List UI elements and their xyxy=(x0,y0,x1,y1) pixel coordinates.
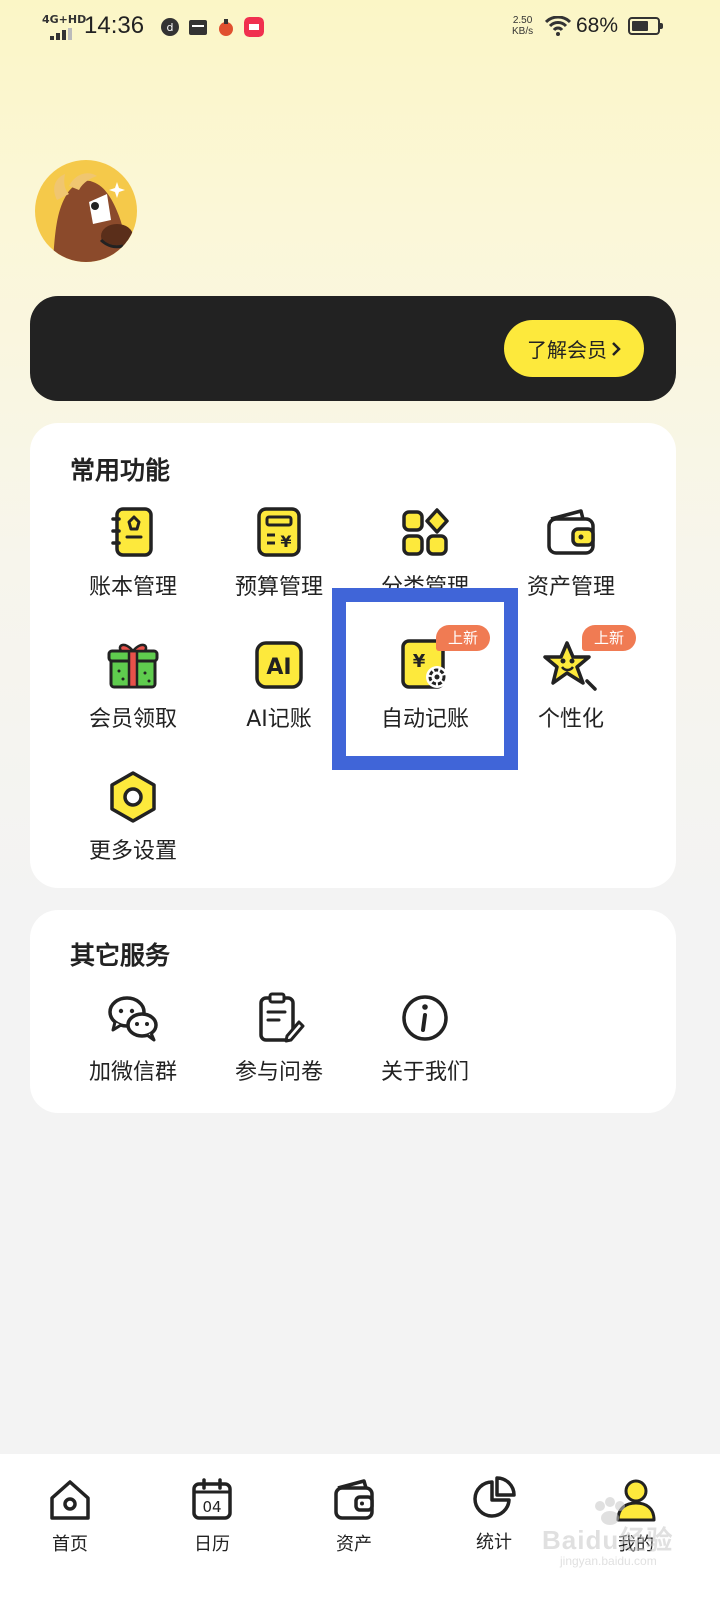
item-label: 预算管理 xyxy=(234,575,323,600)
nav-label: 首页 xyxy=(52,1534,88,1555)
speed-value: 2.50 xyxy=(512,15,533,26)
ledger-management-item[interactable]: 账本管理 xyxy=(60,505,206,617)
calendar-notification-icon xyxy=(189,20,207,35)
ledger-book-icon xyxy=(111,507,153,557)
video-notification-icon xyxy=(244,17,264,37)
bottom-nav: 首页 04 日历 资产 统计 我的 xyxy=(0,1454,720,1600)
nav-calendar[interactable]: 04 日历 xyxy=(162,1474,262,1574)
other-services-title: 其它服务 xyxy=(70,941,171,970)
item-label: 会员领取 xyxy=(88,707,177,732)
survey-icon xyxy=(259,992,305,1043)
item-label: 资产管理 xyxy=(526,575,615,600)
asset-management-item[interactable]: 资产管理 xyxy=(498,505,644,617)
nav-assets[interactable]: 资产 xyxy=(304,1474,404,1574)
settings-hexagon-icon xyxy=(110,771,156,823)
new-badge: 上新 xyxy=(582,625,637,651)
other-services-card: 其它服务 加微信群 参与问卷 关于我们 xyxy=(30,910,676,1113)
item-label: 参与问卷 xyxy=(234,1060,323,1085)
item-label: 关于我们 xyxy=(380,1060,469,1085)
personalize-item[interactable]: 上新 个性化 xyxy=(498,625,644,749)
nav-label: 我的 xyxy=(618,1534,654,1555)
status-time: 14:36 xyxy=(84,12,145,39)
new-badge: 上新 xyxy=(436,625,491,651)
common-functions-card: 常用功能 账本管理 ¥ 预算管理 分类管理 资产管理 会员领取 AI AI记账 … xyxy=(30,423,676,888)
speed-unit: KB/s xyxy=(512,26,534,37)
network-speed: 2.50 KB/s xyxy=(512,15,533,37)
common-functions-title: 常用功能 xyxy=(70,456,171,485)
item-label: 个性化 xyxy=(537,707,604,732)
svg-text:¥: ¥ xyxy=(280,532,291,551)
nav-label: 日历 xyxy=(194,1534,230,1555)
item-label: 账本管理 xyxy=(88,575,177,600)
category-grid-icon xyxy=(402,508,449,556)
battery-percent: 68% xyxy=(576,14,619,37)
budget-calculator-icon: ¥ xyxy=(257,507,301,557)
calendar-icon: 04 xyxy=(192,1478,232,1520)
avatar[interactable] xyxy=(35,160,137,262)
wallet-icon xyxy=(547,509,595,555)
budget-management-item[interactable]: ¥ 预算管理 xyxy=(206,505,352,617)
item-label: 自动记账 xyxy=(380,707,469,732)
signal-icon xyxy=(50,28,72,40)
status-bar: 4G+HD 14:36 d 2.50 KB/s 68% xyxy=(0,0,720,56)
learn-membership-label: 了解会员 xyxy=(527,338,607,362)
auto-bookkeeping-item[interactable]: ¥ 上新 自动记账 xyxy=(352,625,498,749)
item-label: 更多设置 xyxy=(88,839,177,864)
horse-avatar-icon xyxy=(35,160,137,262)
nav-statistics[interactable]: 统计 xyxy=(444,1472,544,1572)
ai-bookkeeping-item[interactable]: AI AI记账 xyxy=(206,637,352,749)
wechat-group-icon xyxy=(108,996,158,1042)
info-icon xyxy=(402,995,448,1041)
nav-label: 资产 xyxy=(336,1534,372,1555)
category-management-item[interactable]: 分类管理 xyxy=(352,505,498,617)
notification-icons: d xyxy=(160,17,264,37)
chevron-right-icon xyxy=(612,341,621,356)
battery-fill xyxy=(632,21,648,31)
svg-text:d: d xyxy=(167,21,174,34)
home-icon xyxy=(50,1480,90,1520)
join-wechat-group-item[interactable]: 加微信群 xyxy=(60,990,206,1102)
gift-box-icon xyxy=(107,643,159,689)
membership-banner: 了解会员 xyxy=(30,296,676,401)
wallet-icon xyxy=(334,1479,374,1520)
wifi-icon xyxy=(545,16,571,36)
game-notification-icon xyxy=(219,19,233,36)
survey-item[interactable]: 参与问卷 xyxy=(206,990,352,1102)
item-label: 分类管理 xyxy=(380,575,469,600)
svg-text:¥: ¥ xyxy=(413,651,426,672)
battery-icon xyxy=(628,17,663,35)
about-us-item[interactable]: 关于我们 xyxy=(352,990,498,1102)
nav-profile[interactable]: 我的 xyxy=(586,1474,686,1574)
item-label: AI记账 xyxy=(246,707,312,732)
network-indicator: 4G+HD xyxy=(42,13,87,26)
item-label: 加微信群 xyxy=(88,1060,177,1085)
profile-icon xyxy=(616,1479,656,1522)
ai-icon: AI xyxy=(255,641,303,689)
nav-label: 统计 xyxy=(476,1532,512,1553)
more-settings-item[interactable]: 更多设置 xyxy=(60,769,206,881)
calendar-date-text: 04 xyxy=(202,1498,221,1516)
member-rewards-item[interactable]: 会员领取 xyxy=(60,637,206,749)
app-notification-icon: d xyxy=(161,18,179,36)
learn-membership-button[interactable]: 了解会员 xyxy=(504,320,644,377)
nav-home[interactable]: 首页 xyxy=(20,1474,120,1574)
pie-chart-icon xyxy=(473,1476,516,1518)
svg-text:AI: AI xyxy=(266,655,291,680)
